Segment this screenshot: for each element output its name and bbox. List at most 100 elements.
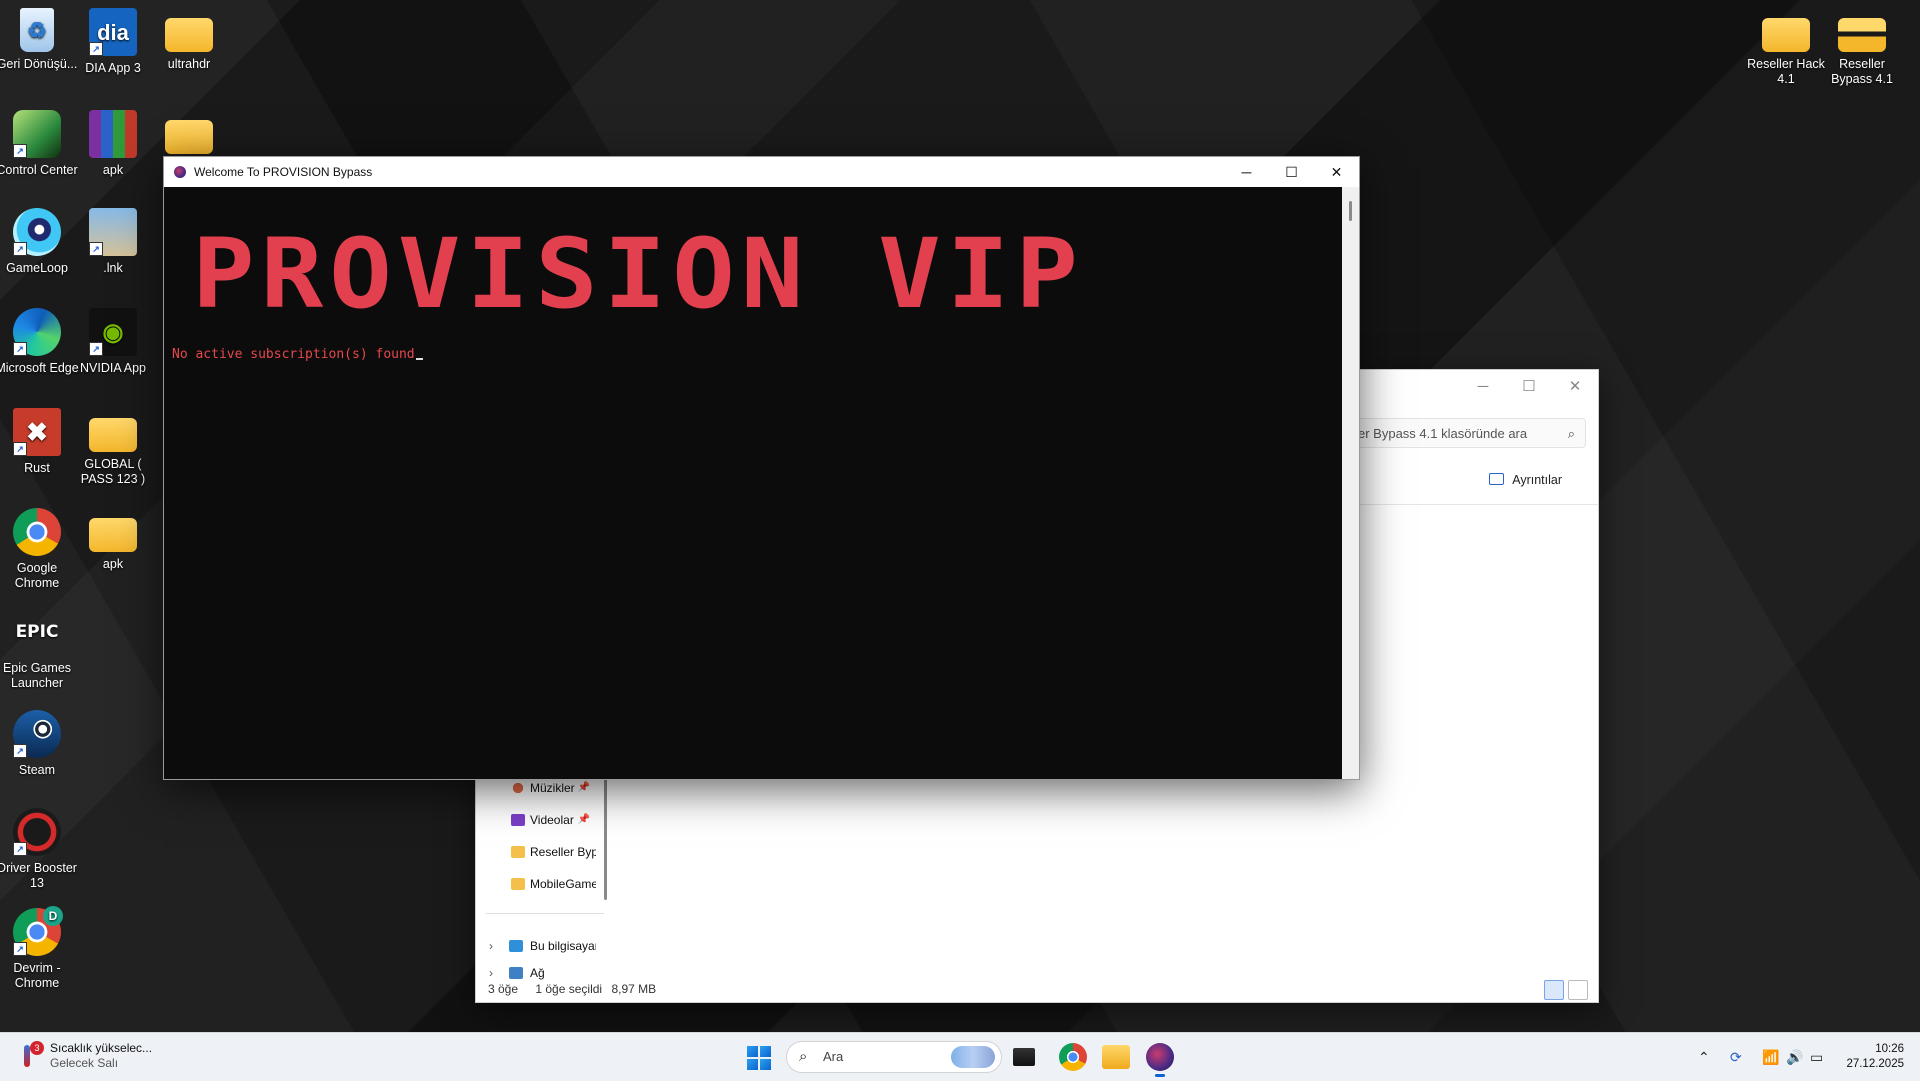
taskbar: 3 Sıcaklık yükselec... Gelecek Salı ⌕ Ar… <box>0 1032 1920 1081</box>
desktop-icon-reseller-hack[interactable]: Reseller Hack 4.1 <box>1743 8 1829 87</box>
desktop-icon-apk-winrar[interactable]: apk <box>70 110 156 178</box>
chrome-icon <box>13 508 61 556</box>
search-icon: ⌕ <box>1567 426 1575 441</box>
desktop-icon-nvidia[interactable]: ◉ ↗ NVIDIA App <box>70 308 156 376</box>
status-bar: 3 öğe 1 öğe seçildi 8,97 MB <box>488 982 670 996</box>
desktop-icon-ultrahdr[interactable]: ultrahdr <box>146 8 232 72</box>
notification-badge: 3 <box>30 1041 44 1055</box>
gameloop-icon: ↗ <box>13 208 61 256</box>
nav-item-reseller-bypass[interactable]: Reseller Bypa <box>486 836 596 868</box>
explorer-close-button[interactable]: ✕ <box>1552 370 1598 404</box>
desktop-icon-devrim-chrome[interactable]: D ↗ Devrim - Chrome <box>0 906 80 991</box>
explorer-window-controls: ─ ☐ ✕ <box>1460 370 1598 404</box>
shortcut-arrow-icon: ↗ <box>13 242 27 256</box>
start-button[interactable] <box>747 1046 771 1070</box>
close-button[interactable]: ✕ <box>1314 157 1359 187</box>
folder-icon <box>165 18 213 52</box>
desktop-icon-rust[interactable]: ✖ ↗ Rust <box>0 408 80 476</box>
wifi-icon[interactable]: 📶 <box>1762 1033 1779 1081</box>
show-hidden-icons-chevron[interactable]: ⌃ <box>1698 1033 1710 1081</box>
profile-badge: D <box>43 906 63 926</box>
desktop-icon-lnk[interactable]: ↗ .lnk <box>70 208 156 276</box>
desktop-icon-edge[interactable]: ↗ Microsoft Edge <box>0 308 80 376</box>
weather-widget[interactable]: 3 Sıcaklık yükselec... Gelecek Salı <box>18 1041 152 1071</box>
minimize-button[interactable]: ─ <box>1224 157 1269 187</box>
volume-icon[interactable]: 🔊 <box>1786 1033 1803 1081</box>
file-explorer-icon[interactable] <box>1102 1045 1130 1069</box>
search-icon: ⌕ <box>799 1048 808 1065</box>
provision-app-icon[interactable] <box>1146 1043 1174 1077</box>
desktop-icon-dia-app[interactable]: dia ↗ DIA App 3 <box>70 8 156 76</box>
folder-icon <box>511 878 525 890</box>
nav-divider <box>486 913 604 914</box>
desktop-icon-label: DIA App 3 <box>85 61 141 75</box>
desktop-icon-steam[interactable]: ↗ Steam <box>0 710 80 778</box>
nav-item-network[interactable]: › Ağ <box>486 962 596 984</box>
console-scrollbar[interactable] <box>1342 187 1359 779</box>
details-pane-button[interactable]: Ayrıntılar <box>1489 473 1562 487</box>
search-placeholder: eller Bypass 4.1 klasöründe ara <box>1345 426 1528 441</box>
desktop-icon-label: Control Center <box>0 163 78 177</box>
item-count: 3 öğe <box>488 982 519 996</box>
desktop-icon-label: Devrim - Chrome <box>13 961 61 990</box>
selected-size: 8,97 MB <box>611 982 657 996</box>
chrome-icon[interactable] <box>1059 1043 1087 1071</box>
shortcut-arrow-icon: ↗ <box>89 42 103 56</box>
sync-icon[interactable]: ⟳ <box>1730 1033 1742 1081</box>
explorer-maximize-button[interactable]: ☐ <box>1506 370 1552 404</box>
nav-item-label: Ağ <box>530 966 545 980</box>
clock[interactable]: 10:26 27.12.2025 <box>1846 1042 1904 1072</box>
desktop-icon-driver-booster[interactable]: ↗ Driver Booster 13 <box>0 808 80 891</box>
details-pane-icon <box>1489 473 1505 485</box>
desktop-icon-reseller-bypass[interactable]: Reseller Bypass 4.1 <box>1819 8 1905 87</box>
search-highlight-art <box>951 1046 995 1068</box>
desktop-icon-global-pass[interactable]: GLOBAL ( PASS 123 ) <box>70 408 156 487</box>
nav-item-this-pc[interactable]: › Bu bilgisayar <box>486 930 596 962</box>
desktop-icon-epic-games[interactable]: EPIC Epic Games Launcher <box>0 608 80 691</box>
console-window-controls: ─ ☐ ✕ <box>1224 157 1359 187</box>
explorer-minimize-button[interactable]: ─ <box>1460 370 1506 404</box>
console-output[interactable]: PROVISION VIP No active subscription(s) … <box>164 187 1342 779</box>
taskbar-search-box[interactable]: ⌕ Ara <box>786 1041 1002 1073</box>
desktop-icon-recycle-bin[interactable]: ♻ Geri Dönüşü... <box>0 8 80 72</box>
provision-app-icon <box>174 166 186 178</box>
desktop-icon-apk-folder[interactable]: apk <box>70 508 156 572</box>
scrollbar-thumb[interactable] <box>1349 201 1352 221</box>
provision-vip-banner: PROVISION VIP <box>192 217 1084 331</box>
music-icon <box>511 782 525 794</box>
driver-booster-icon: ↗ <box>13 808 61 856</box>
chevron-right-icon[interactable]: › <box>489 962 493 984</box>
nvidia-icon: ◉ ↗ <box>89 308 137 356</box>
provision-console-window[interactable]: Welcome To PROVISION Bypass ─ ☐ ✕ PROVIS… <box>163 156 1360 780</box>
nav-item-label: Videolar <box>530 813 574 827</box>
clock-time: 10:26 <box>1875 1043 1904 1055</box>
desktop-icon-label: Driver Booster 13 <box>0 861 77 890</box>
nav-item-videos[interactable]: Videolar 📌 <box>486 804 596 836</box>
maximize-button[interactable]: ☐ <box>1269 157 1314 187</box>
console-title-bar[interactable]: Welcome To PROVISION Bypass ─ ☐ ✕ <box>164 157 1359 187</box>
desktop-icon-chrome[interactable]: Google Chrome <box>0 508 80 591</box>
desktop-icon-label: GLOBAL ( PASS 123 ) <box>80 457 146 486</box>
nav-item-label: Müzikler <box>530 781 575 795</box>
nav-item-mobilegame[interactable]: MobileGame <box>486 868 596 900</box>
selected-count: 1 öğe seçildi <box>535 982 603 996</box>
window-title: Welcome To PROVISION Bypass <box>194 165 373 179</box>
chevron-right-icon[interactable]: › <box>489 930 493 962</box>
nav-scrollbar[interactable] <box>604 770 607 900</box>
battery-icon[interactable]: ▭ <box>1810 1033 1823 1081</box>
desktop-icon-control-center[interactable]: ↗ Control Center <box>0 110 80 178</box>
dia-glyph: dia <box>97 19 129 45</box>
shortcut-arrow-icon: ↗ <box>13 744 27 758</box>
folder-icon <box>1762 18 1810 52</box>
explorer-search-input[interactable]: eller Bypass 4.1 klasöründe ara ⌕ <box>1336 418 1586 448</box>
details-view-button[interactable] <box>1544 980 1564 1000</box>
tiles-view-button[interactable] <box>1568 980 1588 1000</box>
this-pc-icon <box>509 940 523 952</box>
desktop-icon-folder[interactable] <box>146 110 232 159</box>
desktop-icon-label: Steam <box>18 763 56 777</box>
epic-games-icon: EPIC <box>15 621 59 642</box>
task-view-icon[interactable] <box>1013 1048 1035 1066</box>
desktop-icon-gameloop[interactable]: ↗ GameLoop <box>0 208 80 276</box>
desktop-icon-label: NVIDIA App <box>79 361 146 375</box>
weather-title: Sıcaklık yükselec... <box>50 1041 153 1055</box>
